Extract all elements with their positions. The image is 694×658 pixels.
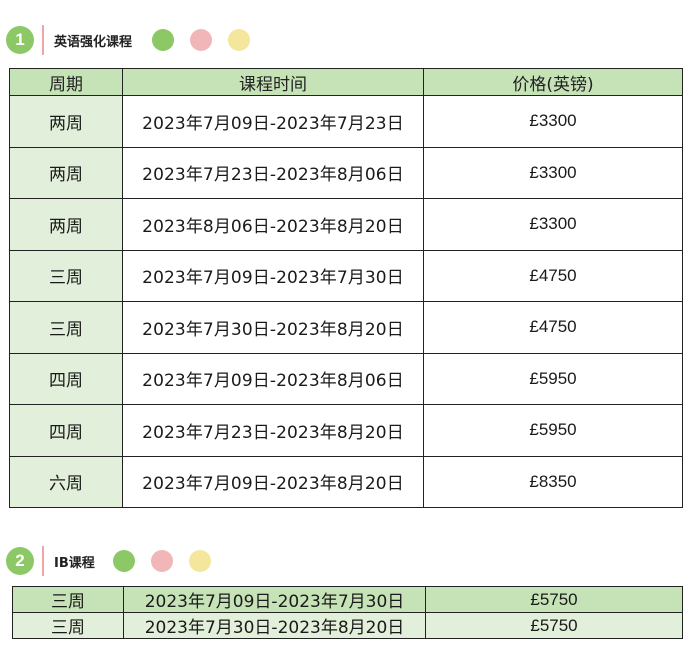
yellow-dot-icon xyxy=(188,550,211,572)
duration-cell: 三周 xyxy=(12,586,124,613)
table-row: 两周 2023年8月06日-2023年8月20日 £3300 xyxy=(9,198,683,251)
table-header-row: 周期 课程时间 价格(英镑) xyxy=(9,68,683,96)
table-row: 三周 2023年7月30日-2023年8月20日 £4750 xyxy=(9,301,683,354)
price-cell: £5750 xyxy=(425,612,683,639)
green-dot-icon xyxy=(152,29,175,51)
duration-cell: 两周 xyxy=(9,146,123,199)
dates-cell: 2023年7月09日-2023年8月06日 xyxy=(122,352,424,405)
dates-cell: 2023年8月06日-2023年8月20日 xyxy=(122,198,424,251)
yellow-dot-icon xyxy=(228,29,251,51)
header-duration: 周期 xyxy=(9,68,123,96)
price-cell: £8350 xyxy=(423,455,683,508)
table-row: 三周 2023年7月30日-2023年8月20日 £5750 xyxy=(12,612,683,639)
header-dates: 课程时间 xyxy=(122,68,424,96)
pink-dot-icon xyxy=(190,29,213,51)
price-cell: £3300 xyxy=(423,146,683,199)
price-cell: £3300 xyxy=(423,198,683,251)
pink-dot-icon xyxy=(150,550,173,572)
price-cell: £5750 xyxy=(425,586,683,613)
table-row: 三周 2023年7月09日-2023年7月30日 £5750 xyxy=(12,586,683,613)
price-cell: £4750 xyxy=(423,249,683,302)
price-cell: £4750 xyxy=(423,301,683,354)
table-row: 三周 2023年7月09日-2023年7月30日 £4750 xyxy=(9,249,683,302)
section-number-badge: 2 xyxy=(6,547,34,575)
dates-cell: 2023年7月23日-2023年8月20日 xyxy=(122,404,424,457)
table-row: 两周 2023年7月23日-2023年8月06日 £3300 xyxy=(9,146,683,199)
section-2-header: 2 IB课程 xyxy=(6,546,211,576)
section-number-badge: 1 xyxy=(6,26,34,54)
price-cell: £5950 xyxy=(423,404,683,457)
table-row: 六周 2023年7月09日-2023年8月20日 £8350 xyxy=(9,455,683,508)
duration-cell: 六周 xyxy=(9,455,123,508)
dates-cell: 2023年7月23日-2023年8月06日 xyxy=(122,146,424,199)
duration-cell: 两周 xyxy=(9,95,123,148)
price-cell: £5950 xyxy=(423,352,683,405)
duration-cell: 三周 xyxy=(12,612,124,639)
duration-cell: 四周 xyxy=(9,352,123,405)
accent-divider xyxy=(42,25,44,55)
table-row: 两周 2023年7月09日-2023年7月23日 £3300 xyxy=(9,95,683,148)
table-row: 四周 2023年7月09日-2023年8月06日 £5950 xyxy=(9,352,683,405)
dates-cell: 2023年7月30日-2023年8月20日 xyxy=(122,301,424,354)
dates-cell: 2023年7月09日-2023年8月20日 xyxy=(122,455,424,508)
accent-divider xyxy=(42,546,44,576)
price-cell: £3300 xyxy=(423,95,683,148)
duration-cell: 三周 xyxy=(9,249,123,302)
section-1-header: 1 英语强化课程 xyxy=(6,25,251,55)
table-row: 四周 2023年7月23日-2023年8月20日 £5950 xyxy=(9,404,683,457)
duration-cell: 四周 xyxy=(9,404,123,457)
header-price: 价格(英镑) xyxy=(423,68,683,96)
section-title: 英语强化课程 xyxy=(54,34,133,50)
green-dot-icon xyxy=(112,550,135,572)
duration-cell: 两周 xyxy=(9,198,123,251)
english-course-table: 周期 课程时间 价格(英镑) 两周 2023年7月09日-2023年7月23日 … xyxy=(9,68,683,508)
duration-cell: 三周 xyxy=(9,301,123,354)
dates-cell: 2023年7月09日-2023年7月30日 xyxy=(123,586,426,613)
dates-cell: 2023年7月09日-2023年7月30日 xyxy=(122,249,424,302)
dates-cell: 2023年7月30日-2023年8月20日 xyxy=(123,612,426,639)
ib-course-table: 三周 2023年7月09日-2023年7月30日 £5750 三周 2023年7… xyxy=(12,586,683,639)
dates-cell: 2023年7月09日-2023年7月23日 xyxy=(122,95,424,148)
section-title: IB课程 xyxy=(54,555,95,571)
